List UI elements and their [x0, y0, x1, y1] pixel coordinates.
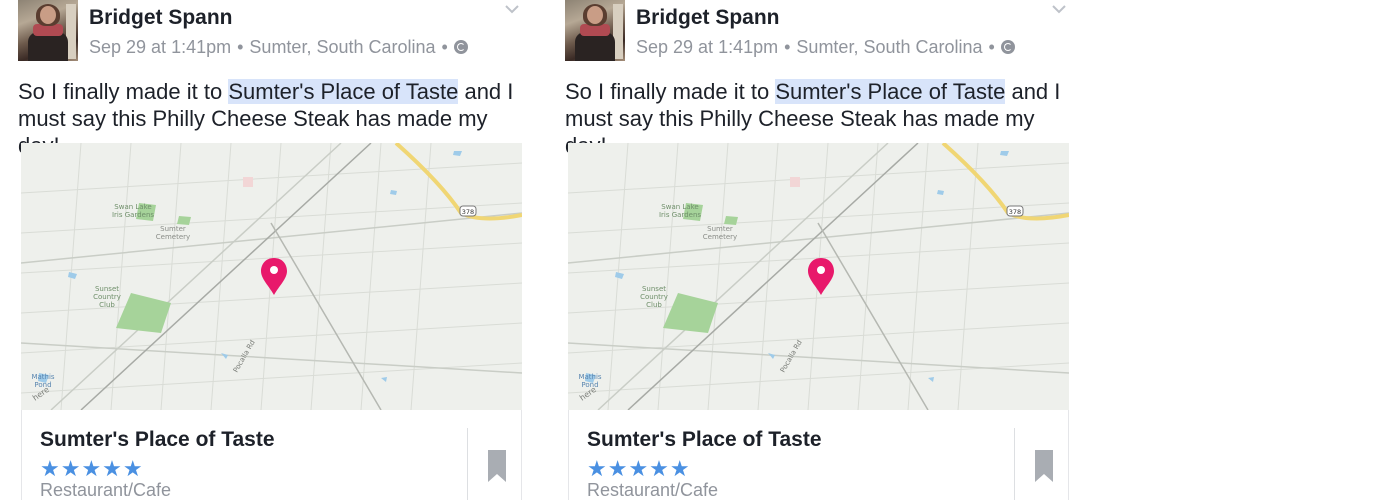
map-label: Country — [93, 293, 121, 301]
author-name[interactable]: Bridget Spann — [636, 6, 780, 30]
chevron-down-icon[interactable] — [1052, 2, 1066, 16]
map-label: Sunset — [95, 285, 119, 293]
place-link[interactable]: Sumter's Place of Taste — [228, 79, 459, 104]
globe-icon[interactable] — [1000, 40, 1015, 54]
avatar[interactable] — [18, 0, 78, 61]
map-label: Iris Gardens — [659, 211, 701, 219]
avatar[interactable] — [565, 0, 625, 61]
star-rating: ★★★★★ — [587, 456, 691, 481]
post-meta: Sep 29 at 1:41pm • Sumter, South Carolina • — [636, 37, 1015, 58]
place-category: Restaurant/Cafe — [40, 480, 172, 500]
chevron-down-icon[interactable] — [505, 2, 519, 16]
bookmark-icon[interactable] — [488, 450, 506, 482]
card-divider — [1014, 428, 1015, 500]
map-label: Club — [646, 301, 662, 309]
map-label: Country — [640, 293, 668, 301]
highway-label: 378 — [462, 208, 474, 216]
globe-icon[interactable] — [453, 40, 468, 54]
post-location[interactable]: Sumter, South Carolina — [796, 37, 982, 57]
map-label: Sunset — [642, 285, 666, 293]
meta-separator: • — [237, 37, 244, 57]
meta-separator: • — [441, 37, 448, 57]
place-link[interactable]: Sumter's Place of Taste — [775, 79, 1006, 104]
star-rating: ★★★★★ — [40, 456, 144, 481]
map-label: Club — [99, 301, 115, 309]
place-category: Restaurant/Cafe — [587, 480, 719, 500]
post-location[interactable]: Sumter, South Carolina — [249, 37, 435, 57]
map-label: Iris Gardens — [112, 211, 154, 219]
meta-separator: • — [784, 37, 791, 57]
place-name[interactable]: Sumter's Place of Taste — [40, 428, 275, 452]
post-meta: Sep 29 at 1:41pm • Sumter, South Carolina • — [89, 37, 468, 58]
author-name[interactable]: Bridget Spann — [89, 6, 233, 30]
meta-separator: • — [988, 37, 995, 57]
post-timestamp[interactable]: Sep 29 at 1:41pm — [89, 37, 231, 57]
place-name[interactable]: Sumter's Place of Taste — [587, 428, 822, 452]
map-label: Cemetery — [156, 233, 190, 241]
map-label: Swan Lake — [661, 203, 698, 211]
map-label: Mathis — [31, 373, 54, 381]
place-card[interactable]: Sumter's Place of Taste ★★★★★ Restaurant… — [568, 410, 1069, 500]
bookmark-icon[interactable] — [1035, 450, 1053, 482]
map-label: Sumter — [160, 225, 186, 233]
post-card: Bridget Spann Sep 29 at 1:41pm • Sumter, S… — [18, 0, 528, 500]
map-preview[interactable]: Swan Lake Iris Gardens Sumter Cemetery S… — [21, 143, 522, 410]
map-label: Mathis — [578, 373, 601, 381]
map-preview[interactable]: Swan Lake Iris Gardens Sumter Cemetery S… — [568, 143, 1069, 410]
map-label: Sumter — [707, 225, 733, 233]
post-card: Bridget Spann Sep 29 at 1:41pm • Sumter, S… — [565, 0, 1075, 500]
map-label: Swan Lake — [114, 203, 151, 211]
map-label: Cemetery — [703, 233, 737, 241]
highway-label: 378 — [1009, 208, 1021, 216]
place-card[interactable]: Sumter's Place of Taste ★★★★★ Restaurant… — [21, 410, 522, 500]
post-timestamp[interactable]: Sep 29 at 1:41pm — [636, 37, 778, 57]
card-divider — [467, 428, 468, 500]
